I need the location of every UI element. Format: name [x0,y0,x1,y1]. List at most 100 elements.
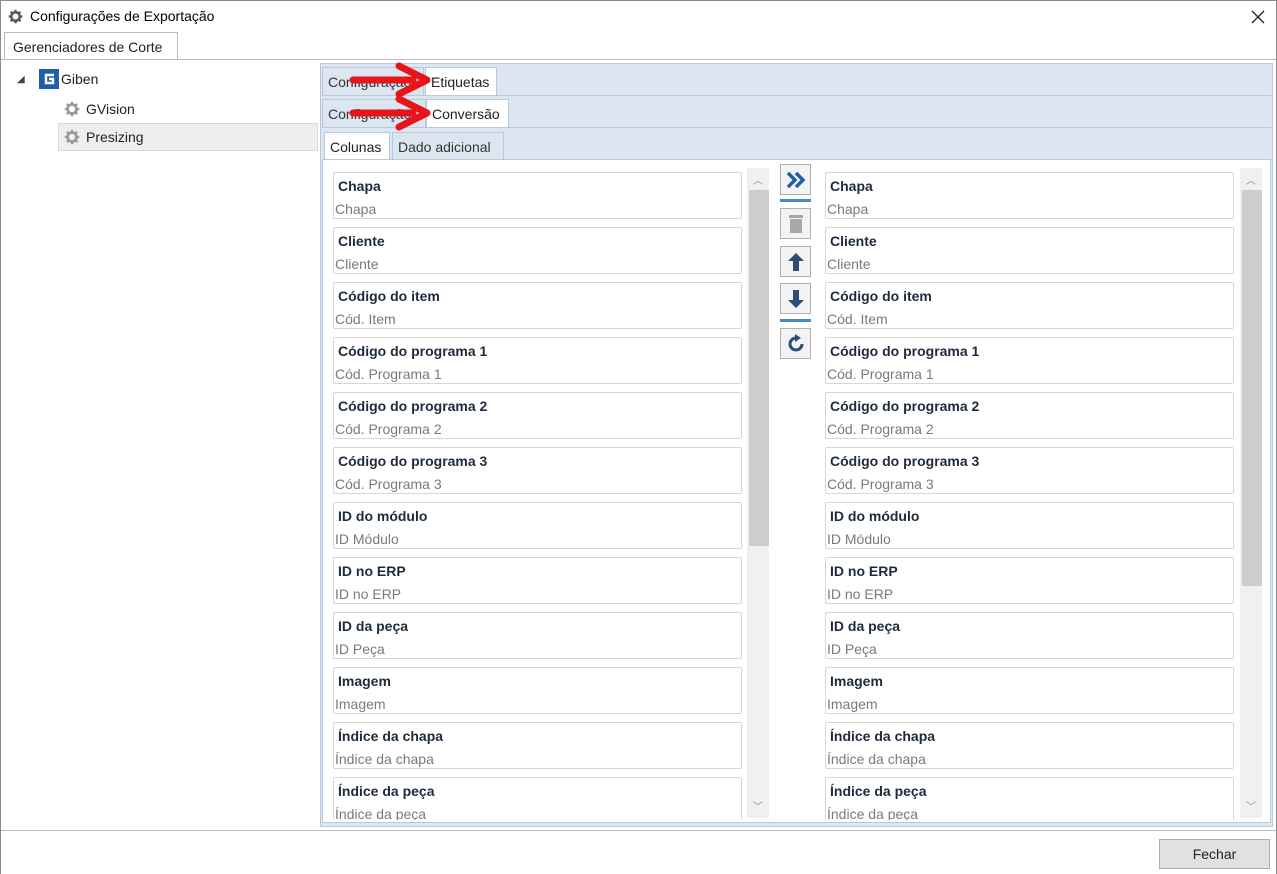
close-button[interactable] [1239,1,1277,32]
column-card[interactable]: Código do programa 2 Cód. Programa 2 [825,392,1234,439]
column-card[interactable]: Cliente Cliente [333,227,742,274]
tree-item-label: Giben [61,71,99,87]
close-dialog-button[interactable]: Fechar [1159,839,1270,869]
column-title: Chapa [338,178,381,194]
column-alias: ID Módulo [335,531,399,547]
column-alias: Cód. Programa 2 [335,421,442,437]
column-card[interactable]: Imagem Imagem [333,667,742,714]
column-card[interactable]: Índice da peça Índice da peça [333,777,742,820]
column-alias: Imagem [827,696,878,712]
column-card[interactable]: Chapa Chapa [333,172,742,219]
tree-item-label: Presizing [86,129,144,145]
tab-gerenciadores-de-corte[interactable]: Gerenciadores de Corte [4,32,178,60]
left-scrollbar[interactable]: ︿ ﹀ [747,168,769,818]
tree-item-gvision[interactable]: GVision [63,95,263,123]
column-title: Código do programa 2 [338,398,488,414]
scroll-up-icon[interactable]: ︿ [1244,172,1258,187]
column-card[interactable]: ID do módulo ID Módulo [333,502,742,549]
column-card[interactable]: ID do módulo ID Módulo [825,502,1234,549]
column-title: Índice da chapa [830,728,936,744]
available-columns-list[interactable]: Chapa Chapa Cliente Cliente Código do item Có… [333,172,745,820]
column-card[interactable]: Cliente Cliente [825,227,1234,274]
scroll-down-icon[interactable]: ﹀ [751,798,765,813]
refresh-icon [788,333,803,351]
tab-dado-adicional[interactable]: Dado adicional [392,132,504,160]
column-title: Índice da chapa [338,728,444,744]
column-alias: ID no ERP [335,586,402,602]
scroll-thumb[interactable] [749,190,769,546]
column-alias: Cód. Programa 2 [827,421,934,437]
column-card[interactable]: Código do programa 3 Cód. Programa 3 [825,447,1234,494]
selected-columns-list[interactable]: Chapa Chapa Cliente Cliente Código do item Có… [825,172,1237,820]
column-alias: Índice da chapa [827,751,926,767]
column-alias: Cód. Programa 3 [335,476,442,492]
column-card[interactable]: ID no ERP ID no ERP [825,557,1234,604]
column-alias: ID Peça [827,641,877,657]
tree-item-presizing[interactable]: Presizing [58,123,318,151]
column-alias: Cód. Item [335,311,396,327]
export-settings-window: Configurações de Exportação Gerenciadore… [0,0,1277,874]
column-title: Código do programa 1 [830,343,980,359]
column-title: ID da peça [830,618,901,634]
column-card[interactable]: Índice da chapa Índice da chapa [825,722,1234,769]
column-card[interactable]: Código do programa 3 Cód. Programa 3 [333,447,742,494]
move-all-right-button[interactable] [780,164,811,195]
column-alias: Índice da peça [335,806,427,820]
column-card[interactable]: ID da peça ID Peça [825,612,1234,659]
move-down-button[interactable] [780,283,811,314]
column-title: Código do item [830,288,932,304]
column-alias: Cód. Programa 1 [335,366,442,382]
column-title: Imagem [338,673,391,689]
right-scrollbar[interactable]: ︿ ﹀ [1240,168,1262,818]
column-alias: ID Módulo [827,531,891,547]
tree-expander-icon[interactable]: ◢ [17,74,25,85]
column-card[interactable]: Imagem Imagem [825,667,1234,714]
column-card[interactable]: Código do programa 1 Cód. Programa 1 [825,337,1234,384]
tab-etiquetas[interactable]: Etiquetas [425,67,497,95]
column-title: ID do módulo [338,508,428,524]
manager-tree [1,60,317,830]
scroll-up-icon[interactable]: ︿ [751,172,765,187]
column-card[interactable]: Chapa Chapa [825,172,1234,219]
column-alias: ID no ERP [827,586,894,602]
tree-item-giben[interactable]: Giben [39,65,239,93]
column-alias: Cliente [827,256,871,272]
column-title: ID no ERP [830,563,898,579]
column-alias: Cliente [335,256,379,272]
column-card[interactable]: ID no ERP ID no ERP [333,557,742,604]
column-title: Código do programa 3 [830,453,980,469]
column-title: Código do programa 2 [830,398,980,414]
title-bar: Configurações de Exportação [1,1,1276,32]
tab-colunas[interactable]: Colunas [324,132,390,160]
column-alias: Chapa [827,201,869,217]
column-card[interactable]: Código do programa 1 Cód. Programa 1 [333,337,742,384]
column-card[interactable]: Código do programa 2 Cód. Programa 2 [333,392,742,439]
gear-icon [8,9,23,24]
column-title: Código do programa 3 [338,453,488,469]
annotation-arrow-icon [349,95,431,131]
column-card[interactable]: Índice da chapa Índice da chapa [333,722,742,769]
button-separator [780,319,811,322]
window-title: Configurações de Exportação [30,8,215,24]
gear-icon [64,101,80,117]
column-title: Cliente [830,233,877,249]
move-up-button[interactable] [780,246,811,277]
column-card[interactable]: Código do item Cód. Item [333,282,742,329]
column-title: Índice da peça [338,783,435,799]
reset-button[interactable] [780,328,811,359]
delete-button[interactable] [780,208,811,239]
button-separator [780,199,811,202]
column-title: Imagem [830,673,883,689]
column-card[interactable]: Índice da peça Índice da peça [825,777,1234,820]
column-card[interactable]: Código do item Cód. Item [825,282,1234,329]
column-title: Código do item [338,288,440,304]
column-alias: Índice da peça [827,806,919,820]
scroll-down-icon[interactable]: ﹀ [1244,798,1258,813]
column-alias: Imagem [335,696,386,712]
column-alias: ID Peça [335,641,385,657]
tab-conversao[interactable]: Conversão [426,99,509,127]
column-card[interactable]: ID da peça ID Peça [333,612,742,659]
tree-item-label: GVision [86,101,135,117]
scroll-thumb[interactable] [1242,190,1262,586]
column-title: ID da peça [338,618,409,634]
